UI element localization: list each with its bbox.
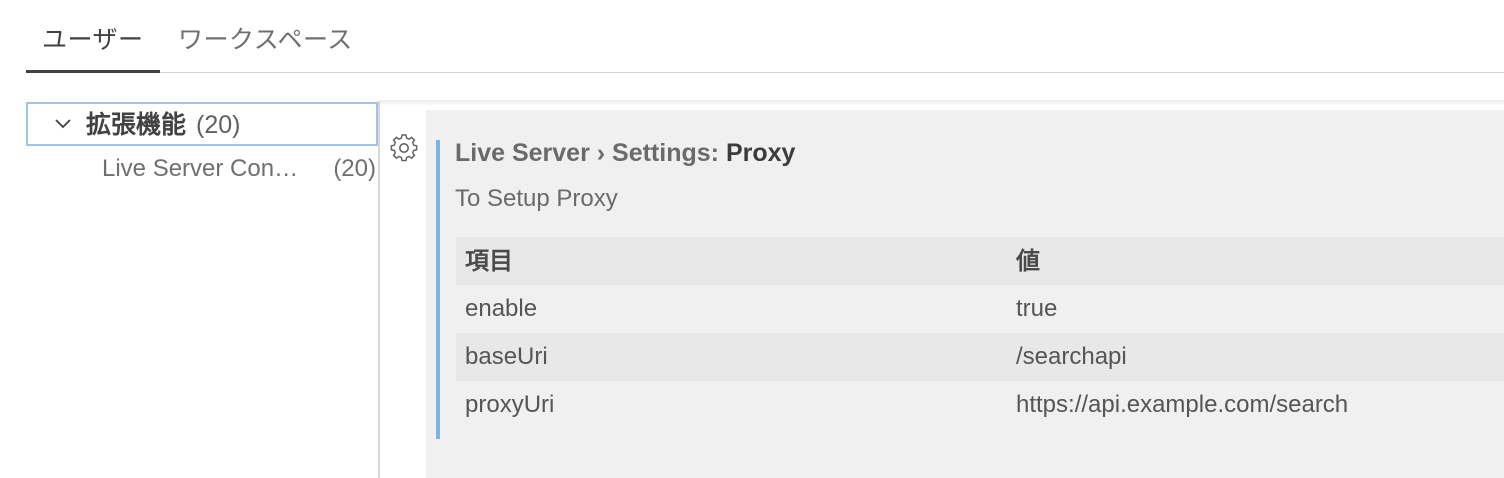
tab-user[interactable]: ユーザー <box>42 22 144 58</box>
tab-workspace[interactable]: ワークスペース <box>178 22 353 58</box>
tree-group-label: 拡張機能 <box>86 110 187 139</box>
tree-group-count: (20) <box>196 111 241 139</box>
settings-scope-tabs: ユーザー ワークスペース <box>26 0 1504 73</box>
tree-sash[interactable] <box>378 101 380 478</box>
modified-indicator <box>436 140 440 439</box>
column-header-value: 値 <box>1016 247 1040 275</box>
object-settings-table: 項目 値 enable true baseUri /searchapi prox… <box>456 237 1504 429</box>
table-row[interactable]: enable true <box>456 285 1504 333</box>
table-header-row: 項目 値 <box>456 237 1504 285</box>
column-header-item: 項目 <box>465 247 513 275</box>
chevron-down-icon[interactable] <box>54 115 72 133</box>
row-value: /searchapi <box>1016 343 1127 370</box>
table-row[interactable]: baseUri /searchapi <box>456 333 1504 381</box>
tree-item-count: (20) <box>333 155 376 182</box>
gear-icon[interactable] <box>388 132 420 164</box>
tree-group-extensions[interactable]: 拡張機能 (20) <box>26 102 378 146</box>
row-value: https://api.example.com/search <box>1016 391 1349 418</box>
row-key: enable <box>465 295 538 322</box>
setting-title-key: Proxy <box>725 139 796 167</box>
active-tab-indicator <box>26 70 160 73</box>
setting-title-prefix: Live Server › Settings: <box>455 139 726 167</box>
tree-item-live-server[interactable]: Live Server Con… (20) <box>26 148 378 192</box>
row-key: proxyUri <box>465 391 555 418</box>
setting-item-proxy: Live Server › Settings: Proxy To Setup P… <box>426 110 1504 478</box>
row-value: true <box>1016 295 1058 322</box>
table-row[interactable]: proxyUri https://api.example.com/search <box>456 381 1504 429</box>
scroll-shadow <box>380 100 1504 106</box>
setting-description: To Setup Proxy <box>455 185 618 212</box>
row-key: baseUri <box>465 343 548 370</box>
setting-title: Live Server › Settings: Proxy <box>455 136 795 170</box>
settings-editor: ユーザー ワークスペース 拡張機能 (20) Live Server Con… … <box>0 0 1504 478</box>
tree-item-label: Live Server Con… <box>102 155 299 182</box>
